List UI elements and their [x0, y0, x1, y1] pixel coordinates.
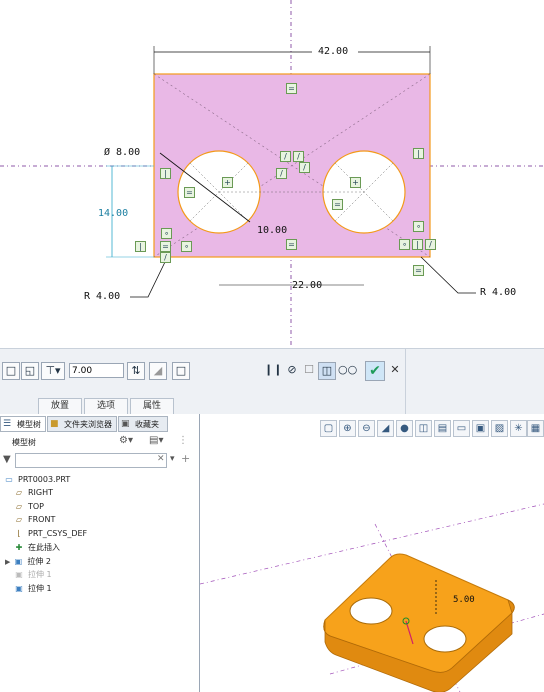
- tree-item-extrude-1-suppressed[interactable]: ▣ 拉伸 1: [14, 569, 51, 581]
- feature-preview-icon[interactable]: ◫: [318, 362, 336, 380]
- vertical-constraint-icon[interactable]: |: [412, 239, 423, 250]
- center-dimension[interactable]: 10.00: [257, 225, 287, 236]
- sketch-graphics: [0, 0, 544, 348]
- sketch-canvas[interactable]: 42.00 Ø 8.00 14.00 10.00 22.00 R 4.00 R …: [0, 0, 544, 348]
- tree-item-top[interactable]: ▱ TOP: [14, 501, 44, 513]
- tree-settings-icon[interactable]: ⚙▾: [119, 435, 133, 446]
- search-input[interactable]: [15, 453, 167, 468]
- part-icon: ▭: [5, 475, 13, 484]
- tree-item-insert-here[interactable]: ✚ 在此插入: [14, 542, 60, 554]
- horizontal-constraint-icon[interactable]: =: [160, 241, 171, 252]
- tree-item-extrude-1[interactable]: ▣ 拉伸 1: [14, 583, 51, 595]
- width-dimension[interactable]: 42.00: [318, 46, 348, 57]
- equal-constraint-icon[interactable]: =: [184, 187, 195, 198]
- tangent-constraint-icon[interactable]: /: [425, 239, 436, 250]
- symmetric-constraint-icon[interactable]: +: [350, 177, 361, 188]
- tangent-constraint-icon[interactable]: ∘: [161, 228, 172, 239]
- no-preview-icon[interactable]: ⊘: [283, 362, 301, 380]
- tangent-constraint-icon[interactable]: /: [299, 162, 310, 173]
- tab-properties[interactable]: 属性: [130, 398, 174, 414]
- cancel-button[interactable]: ✕: [386, 362, 404, 380]
- tab-options[interactable]: 选项: [84, 398, 128, 414]
- tangent-constraint-icon[interactable]: /: [276, 168, 287, 179]
- extrude-icon: ▣: [15, 584, 23, 593]
- datum-plane-icon: ▱: [15, 488, 23, 497]
- clear-icon[interactable]: ✕: [157, 454, 165, 464]
- tab-placement[interactable]: 放置: [38, 398, 82, 414]
- add-icon[interactable]: +: [181, 452, 190, 465]
- vertical-constraint-icon[interactable]: |: [135, 241, 146, 252]
- model-dimension[interactable]: 5.00: [453, 595, 475, 605]
- depth-option-button[interactable]: ⊤▾: [41, 362, 65, 380]
- dashboard-divider: [405, 348, 406, 414]
- tangent-constraint-icon[interactable]: ∘: [413, 221, 424, 232]
- thicken-icon[interactable]: □: [172, 362, 190, 380]
- spacing-dimension[interactable]: 22.00: [292, 280, 322, 291]
- folder-icon: ■: [50, 419, 59, 429]
- filter-icon[interactable]: ▼: [3, 454, 11, 465]
- tangent-constraint-icon[interactable]: /: [293, 151, 304, 162]
- surface-icon[interactable]: ◱: [21, 362, 39, 380]
- horizontal-constraint-icon[interactable]: =: [413, 265, 424, 276]
- solid-icon[interactable]: □: [2, 362, 20, 380]
- vertical-constraint-icon[interactable]: |: [160, 168, 171, 179]
- height-dimension[interactable]: 14.00: [98, 208, 128, 219]
- depth-input[interactable]: [69, 363, 124, 378]
- symmetric-constraint-icon[interactable]: +: [222, 177, 233, 188]
- diameter-dimension[interactable]: Ø 8.00: [104, 147, 140, 158]
- radius-right-dimension[interactable]: R 4.00: [480, 287, 516, 298]
- tangent-constraint-icon[interactable]: /: [160, 252, 171, 263]
- tree-tab-icon: ☰: [3, 419, 12, 429]
- extrude-icon: ▣: [14, 557, 23, 566]
- horizontal-constraint-icon[interactable]: =: [286, 83, 297, 94]
- tree-item-csys[interactable]: ⌊ PRT_CSYS_DEF: [14, 528, 87, 540]
- vertical-constraint-icon[interactable]: |: [413, 148, 424, 159]
- expand-icon[interactable]: ▶: [5, 558, 10, 566]
- tangent-constraint-icon[interactable]: /: [280, 151, 291, 162]
- datum-plane-icon: ▱: [15, 502, 23, 511]
- extrude-icon: ▣: [15, 570, 23, 579]
- tree-item-part[interactable]: ▭ PRT0003.PRT: [4, 474, 70, 486]
- datum-plane-icon: ▱: [15, 515, 23, 524]
- tangent-constraint-icon[interactable]: ∘: [181, 241, 192, 252]
- model-3d[interactable]: [200, 414, 544, 692]
- insert-here-icon: ✚: [15, 543, 23, 552]
- panel-header: 模型树: [12, 438, 36, 447]
- radius-left-dimension[interactable]: R 4.00: [84, 291, 120, 302]
- horizontal-constraint-icon[interactable]: =: [286, 239, 297, 250]
- pause-icon[interactable]: ❙❙: [264, 362, 282, 380]
- tangent-constraint-icon[interactable]: ∘: [399, 239, 410, 250]
- tree-show-icon[interactable]: ▤▾: [149, 435, 163, 446]
- tree-item-extrude-2[interactable]: ▶ ▣ 拉伸 2: [5, 556, 51, 568]
- accept-button[interactable]: ✔: [365, 361, 385, 381]
- tree-item-right[interactable]: ▱ RIGHT: [14, 487, 53, 499]
- remove-material-icon[interactable]: ◢: [149, 362, 167, 380]
- geometry-preview-icon[interactable]: ☐: [300, 362, 318, 380]
- tree-columns-icon[interactable]: ⋮: [178, 435, 188, 446]
- favorites-icon: ▣: [121, 419, 130, 429]
- tree-item-front[interactable]: ▱ FRONT: [14, 514, 55, 526]
- flip-direction-icon[interactable]: ⇅: [127, 362, 145, 380]
- equal-constraint-icon[interactable]: =: [332, 199, 343, 210]
- dropdown-icon[interactable]: ▾: [170, 454, 175, 464]
- verify-icon[interactable]: ○○: [338, 362, 357, 380]
- csys-icon: ⌊: [17, 529, 21, 538]
